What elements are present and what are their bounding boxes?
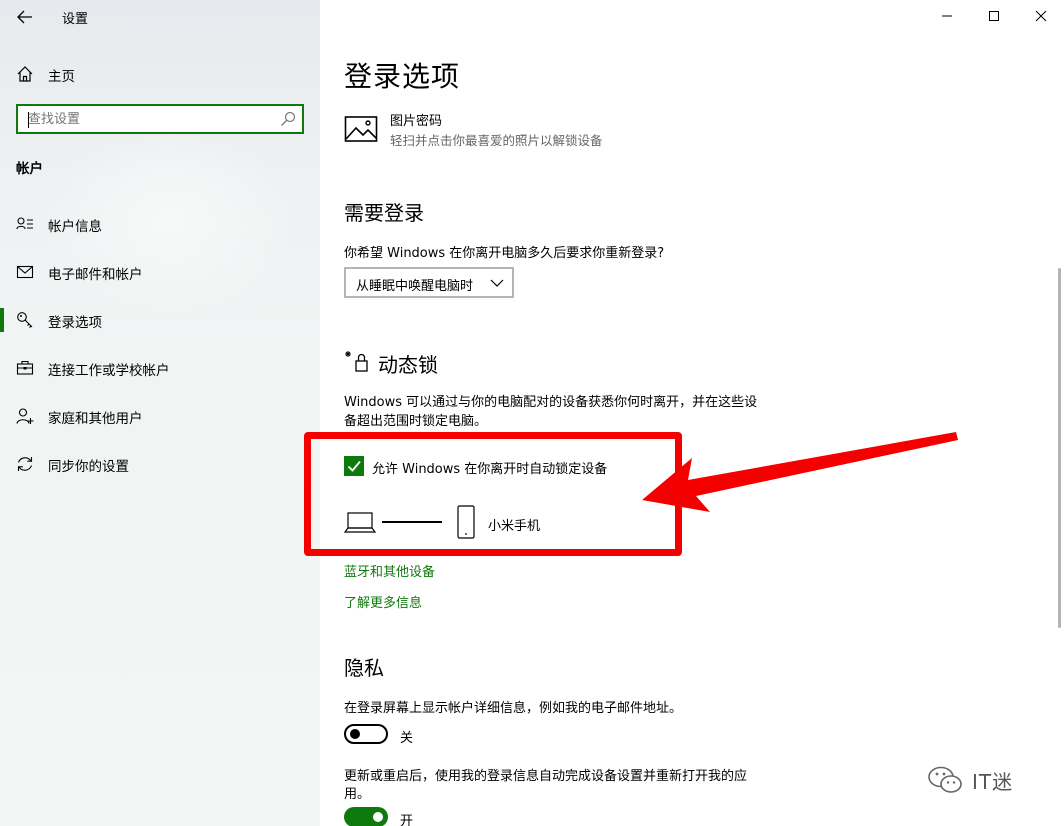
sidebar-item-label: 电子邮件和帐户 (48, 267, 143, 283)
back-button[interactable] (10, 4, 40, 30)
dynamic-lock-desc-line1: Windows 可以通过与你的电脑配对的设备获悉你何时离开，并在这些设 (344, 395, 758, 410)
watermark: IT迷 (926, 760, 1036, 800)
sidebar-item-user-info[interactable]: 帐户信息 (0, 204, 320, 244)
app-title: 设置 (62, 12, 89, 27)
require-signin-dropdown[interactable]: 从睡眠中唤醒电脑时 (344, 267, 514, 298)
privacy-heading: 隐私 (344, 656, 384, 680)
privacy-setting1-toggle[interactable] (344, 724, 388, 744)
dropdown-value: 从睡眠中唤醒电脑时 (356, 279, 474, 294)
sidebar-item-label: 家庭和其他用户 (48, 411, 143, 427)
privacy-setting2-desc-line1: 更新或重启后，使用我的登录信息自动完成设备设置并重新打开我的应 (344, 769, 748, 784)
sidebar-item-sync[interactable]: 同步你的设置 (0, 444, 320, 484)
sidebar: 设置 主页 帐户 帐户信息 (0, 0, 320, 826)
briefcase-icon (16, 360, 34, 375)
bluetooth-devices-link[interactable]: 蓝牙和其他设备 (344, 561, 435, 580)
privacy-setting2-desc-line2: 用。 (344, 787, 371, 802)
dynamic-lock-icon (345, 351, 368, 372)
sidebar-item-email[interactable]: 电子邮件和帐户 (0, 252, 320, 292)
sidebar-item-work-school[interactable]: 连接工作或学校帐户 (0, 348, 320, 388)
require-signin-question: 你希望 Windows 在你离开电脑多久后要求你重新登录? (344, 246, 665, 261)
page-title: 登录选项 (344, 60, 461, 93)
toggle-knob (373, 812, 383, 822)
home-icon (17, 66, 33, 82)
sidebar-item-home[interactable]: 主页 (0, 56, 320, 90)
wechat-logo-icon (928, 766, 962, 793)
person-add-icon (16, 408, 34, 424)
picture-password-name[interactable]: 图片密码 (390, 110, 442, 129)
sidebar-item-label: 同步你的设置 (48, 459, 129, 475)
require-signin-heading: 需要登录 (344, 201, 424, 225)
privacy-setting1-desc: 在登录屏幕上显示帐户详细信息，例如我的电子邮件地址。 (344, 701, 683, 716)
settings-window: 设置 主页 帐户 帐户信息 (0, 0, 1064, 826)
active-indicator (0, 308, 4, 332)
main-content: 登录选项 图片密码 轻扫并点击你最喜爱的照片以解锁设备 需要登录 你希望 Win… (304, 0, 1064, 826)
key-icon (17, 312, 33, 328)
dynamic-lock-desc-line2: 备超出范围时锁定电脑。 (344, 414, 488, 429)
user-info-icon (16, 217, 33, 230)
sidebar-item-label: 登录选项 (48, 315, 102, 331)
privacy-setting1-state: 关 (400, 731, 414, 746)
picture-password-icon[interactable] (344, 114, 378, 144)
dynamic-lock-heading: 动态锁 (378, 353, 438, 377)
learn-more-link[interactable]: 了解更多信息 (344, 592, 422, 611)
toggle-knob (350, 729, 360, 739)
sidebar-item-label: 连接工作或学校帐户 (48, 363, 170, 379)
privacy-setting2-toggle[interactable] (344, 807, 388, 826)
annotation-arrow (642, 432, 958, 512)
watermark-text: IT迷 (972, 769, 1014, 794)
chevron-down-icon (490, 279, 504, 287)
privacy-setting2-state: 开 (400, 814, 414, 826)
sidebar-section-title: 帐户 (16, 161, 43, 177)
mail-icon (16, 265, 34, 279)
picture-password-desc: 轻扫并点击你最喜爱的照片以解锁设备 (390, 133, 603, 148)
annotation-highlight-box (304, 432, 682, 556)
sidebar-item-family[interactable]: 家庭和其他用户 (0, 396, 320, 436)
back-arrow-icon (17, 10, 32, 24)
search-icon[interactable] (280, 111, 296, 127)
search-box[interactable] (16, 104, 304, 134)
search-input[interactable] (26, 109, 276, 129)
sidebar-item-label: 帐户信息 (48, 219, 102, 235)
sidebar-item-sign-in-options[interactable]: 登录选项 (0, 300, 320, 340)
sidebar-item-home-label: 主页 (48, 69, 75, 85)
sync-icon (17, 457, 33, 471)
